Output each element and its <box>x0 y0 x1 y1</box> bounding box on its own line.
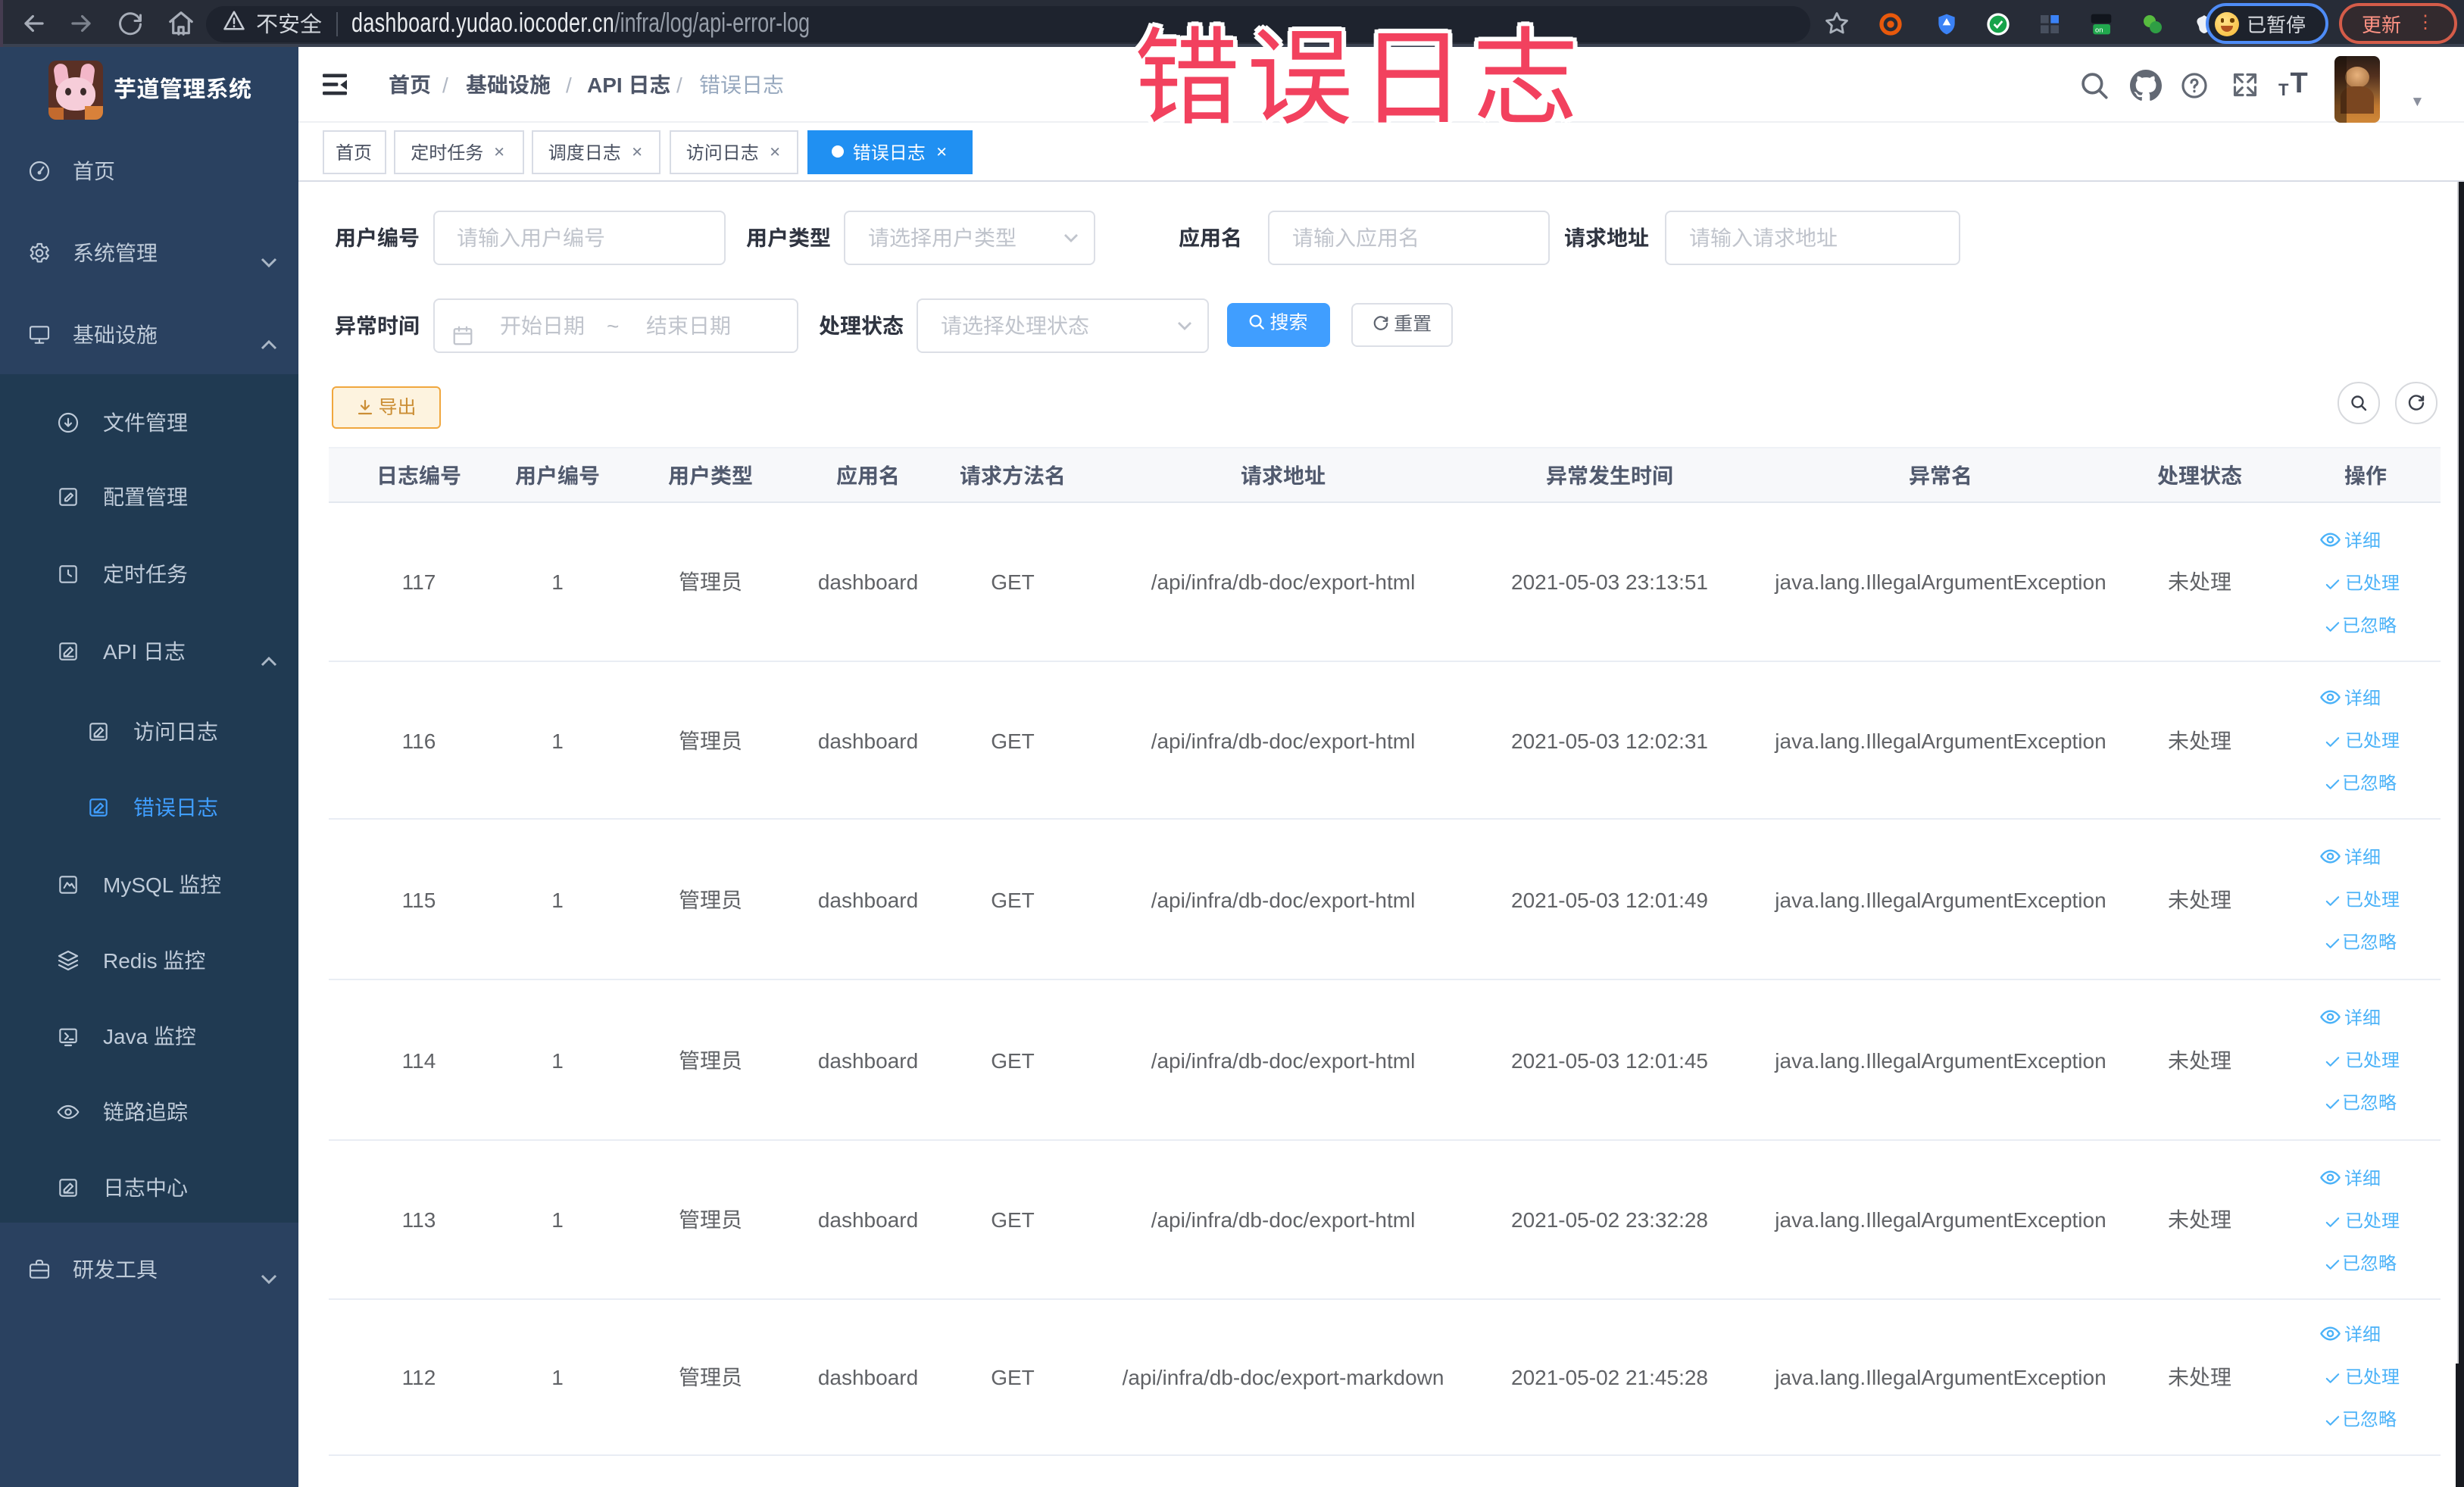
svg-text:on: on <box>2095 26 2103 33</box>
